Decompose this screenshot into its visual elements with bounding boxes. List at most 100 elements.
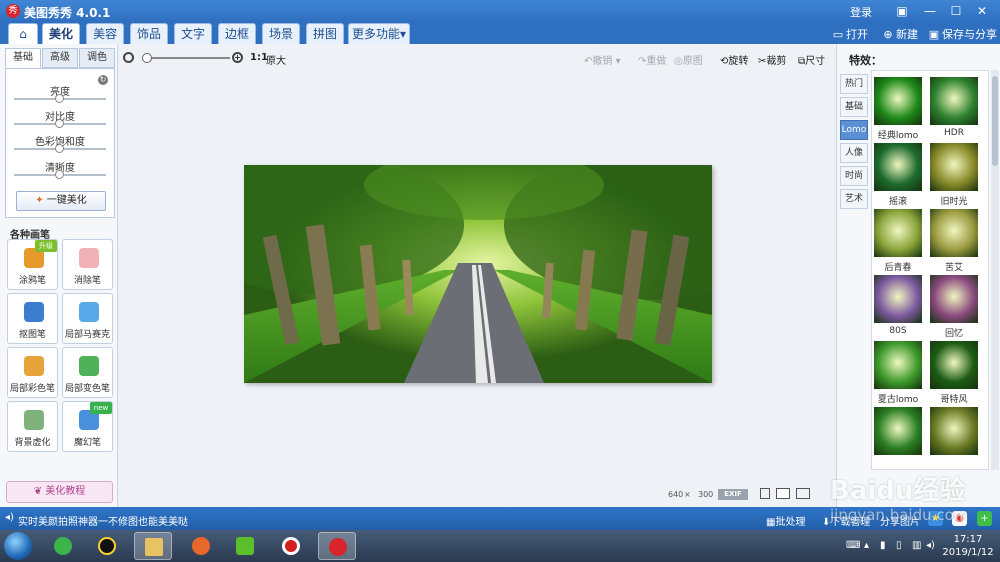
- taskbar-app-explorer[interactable]: [134, 532, 172, 560]
- saturation-knob[interactable]: [55, 144, 64, 153]
- effects-category-fashion[interactable]: 时尚: [840, 166, 868, 186]
- start-button[interactable]: [4, 532, 32, 560]
- local-mosaic-tool[interactable]: 局部马赛克: [62, 293, 113, 344]
- network-icon[interactable]: ▯: [896, 540, 902, 551]
- tab-collage[interactable]: 拼图: [306, 23, 344, 44]
- effects-category-hot[interactable]: 热门: [840, 74, 868, 94]
- compare-view-icon[interactable]: [760, 488, 770, 499]
- tab-scene[interactable]: 场景: [262, 23, 300, 44]
- taskbar-app-player[interactable]: [226, 532, 264, 560]
- effect-80s[interactable]: [874, 275, 922, 323]
- taskbar-app-meitu[interactable]: [318, 532, 356, 560]
- doodle-pen-tool[interactable]: 涂鸦笔 升级: [7, 239, 58, 290]
- qq-penguin-icon: [98, 537, 116, 555]
- share-image-button[interactable]: 分享图片: [880, 513, 920, 528]
- subtab-color[interactable]: 调色: [79, 48, 115, 68]
- undo-button[interactable]: ↶撤销 ▾: [584, 52, 621, 67]
- effects-category-art[interactable]: 艺术: [840, 189, 868, 209]
- fit-view-icon[interactable]: [776, 488, 790, 499]
- scrollbar-thumb[interactable]: [992, 76, 998, 166]
- zoom-knob[interactable]: [141, 53, 152, 63]
- close-button[interactable]: ✕: [974, 3, 990, 19]
- open-button[interactable]: ▭ 打开: [832, 26, 868, 42]
- effects-category-portrait[interactable]: 人像: [840, 143, 868, 163]
- resize-button[interactable]: ⧉尺寸: [798, 52, 825, 67]
- tab-beauty[interactable]: 美容: [86, 23, 124, 44]
- original-image-button[interactable]: ◎原图: [674, 52, 703, 67]
- one-click-beautify-button[interactable]: ✦ 一键美化: [16, 191, 106, 211]
- volume-icon[interactable]: ◂): [926, 540, 935, 551]
- crop-button[interactable]: ✂裁剪: [758, 52, 786, 67]
- editing-canvas[interactable]: 640 × 300 EXIF: [118, 72, 836, 507]
- system-clock[interactable]: 17:17 2019/1/12: [940, 533, 996, 559]
- effect-rock[interactable]: [874, 143, 922, 191]
- effects-category-basic[interactable]: 基础: [840, 97, 868, 117]
- taskbar-app-qq[interactable]: [88, 532, 126, 560]
- sharpness-knob[interactable]: [55, 170, 64, 179]
- home-button[interactable]: ⌂: [8, 23, 38, 44]
- skin-icon[interactable]: ▣: [894, 3, 910, 19]
- batch-process-button[interactable]: ▦批处理: [766, 513, 805, 528]
- local-color-pen-tool[interactable]: 局部彩色笔: [7, 347, 58, 398]
- beautify-tutorial-button[interactable]: ❦ 美化教程: [6, 481, 113, 503]
- zoom-out-icon[interactable]: [123, 52, 134, 63]
- redo-button[interactable]: ↷重做: [638, 52, 666, 67]
- keyboard-icon[interactable]: ⌨: [846, 540, 860, 551]
- tray-bars-icon[interactable]: ▥: [912, 540, 921, 551]
- upgrade-badge: 升级: [35, 240, 57, 252]
- zoom-in-icon[interactable]: +: [232, 52, 243, 63]
- local-recolor-pen-tool[interactable]: 局部变色笔: [62, 347, 113, 398]
- effect-vintage-lomo[interactable]: [874, 341, 922, 389]
- effect-label: 后青春: [884, 263, 912, 273]
- minimize-button[interactable]: —: [922, 3, 938, 19]
- tray-app-icon[interactable]: ▮: [880, 540, 886, 551]
- speaker-icon: ◂): [5, 512, 14, 523]
- eraser-pen-tool[interactable]: 消除笔: [62, 239, 113, 290]
- effect-memory[interactable]: [930, 275, 978, 323]
- plus-icon[interactable]: +: [977, 511, 992, 526]
- taskbar-app-firefox[interactable]: [182, 532, 220, 560]
- effect-gothic[interactable]: [930, 341, 978, 389]
- edited-photo[interactable]: [244, 165, 712, 383]
- effect-classic-lomo[interactable]: [874, 77, 922, 125]
- brightness-knob[interactable]: [55, 94, 64, 103]
- tray-chevron-icon[interactable]: ▴: [864, 540, 869, 551]
- magic-pen-tool[interactable]: 魔幻笔 new: [62, 401, 113, 452]
- cutout-pen-tool[interactable]: 抠图笔: [7, 293, 58, 344]
- tab-beautify[interactable]: 美化: [42, 23, 80, 44]
- effect-thumbnail[interactable]: [930, 407, 978, 455]
- tab-accessories[interactable]: 饰品: [130, 23, 168, 44]
- subtab-basic[interactable]: 基础: [5, 48, 41, 68]
- effect-hdr[interactable]: [930, 77, 978, 125]
- star-icon[interactable]: ★: [928, 511, 943, 526]
- new-button[interactable]: ⊕ 新建: [882, 26, 918, 42]
- effect-post-youth[interactable]: [874, 209, 922, 257]
- login-link[interactable]: 登录: [850, 4, 872, 20]
- background-blur-tool[interactable]: 背景虚化: [7, 401, 58, 452]
- effect-absinthe[interactable]: [930, 209, 978, 257]
- status-message[interactable]: 实时美颜拍照神器一不修图也能美美哒: [18, 513, 188, 528]
- save-share-button[interactable]: ▣ 保存与分享: [928, 26, 997, 42]
- exif-button[interactable]: EXIF: [718, 489, 748, 500]
- zoom-slider[interactable]: [142, 57, 230, 59]
- tab-text[interactable]: 文字: [174, 23, 212, 44]
- taskbar-app-recorder[interactable]: [272, 532, 310, 560]
- tab-border[interactable]: 边框: [218, 23, 256, 44]
- download-manager-button[interactable]: ⬇下载管理: [822, 513, 870, 528]
- contrast-knob[interactable]: [55, 119, 64, 128]
- gallery-view-icon[interactable]: [796, 488, 810, 499]
- effect-old-times[interactable]: [930, 143, 978, 191]
- firefox-icon: [192, 537, 210, 555]
- weibo-icon[interactable]: ◉: [952, 511, 967, 526]
- effects-scrollbar[interactable]: [991, 70, 999, 470]
- rotate-button[interactable]: ⟲旋转: [720, 52, 748, 67]
- subtab-advanced[interactable]: 高级: [42, 48, 78, 68]
- effects-category-lomo[interactable]: Lomo: [840, 120, 868, 140]
- maximize-button[interactable]: ☐: [948, 3, 964, 19]
- taskbar-app-360[interactable]: [44, 532, 82, 560]
- effect-thumbnail[interactable]: [874, 407, 922, 455]
- folder-icon: [145, 538, 163, 556]
- tab-more-features[interactable]: 更多功能▾: [348, 23, 410, 44]
- original-size-label[interactable]: 原大: [266, 52, 286, 67]
- windows-taskbar: ⌨ ▴ ▮ ▯ ▥ ◂) 17:17 2019/1/12: [0, 530, 1000, 562]
